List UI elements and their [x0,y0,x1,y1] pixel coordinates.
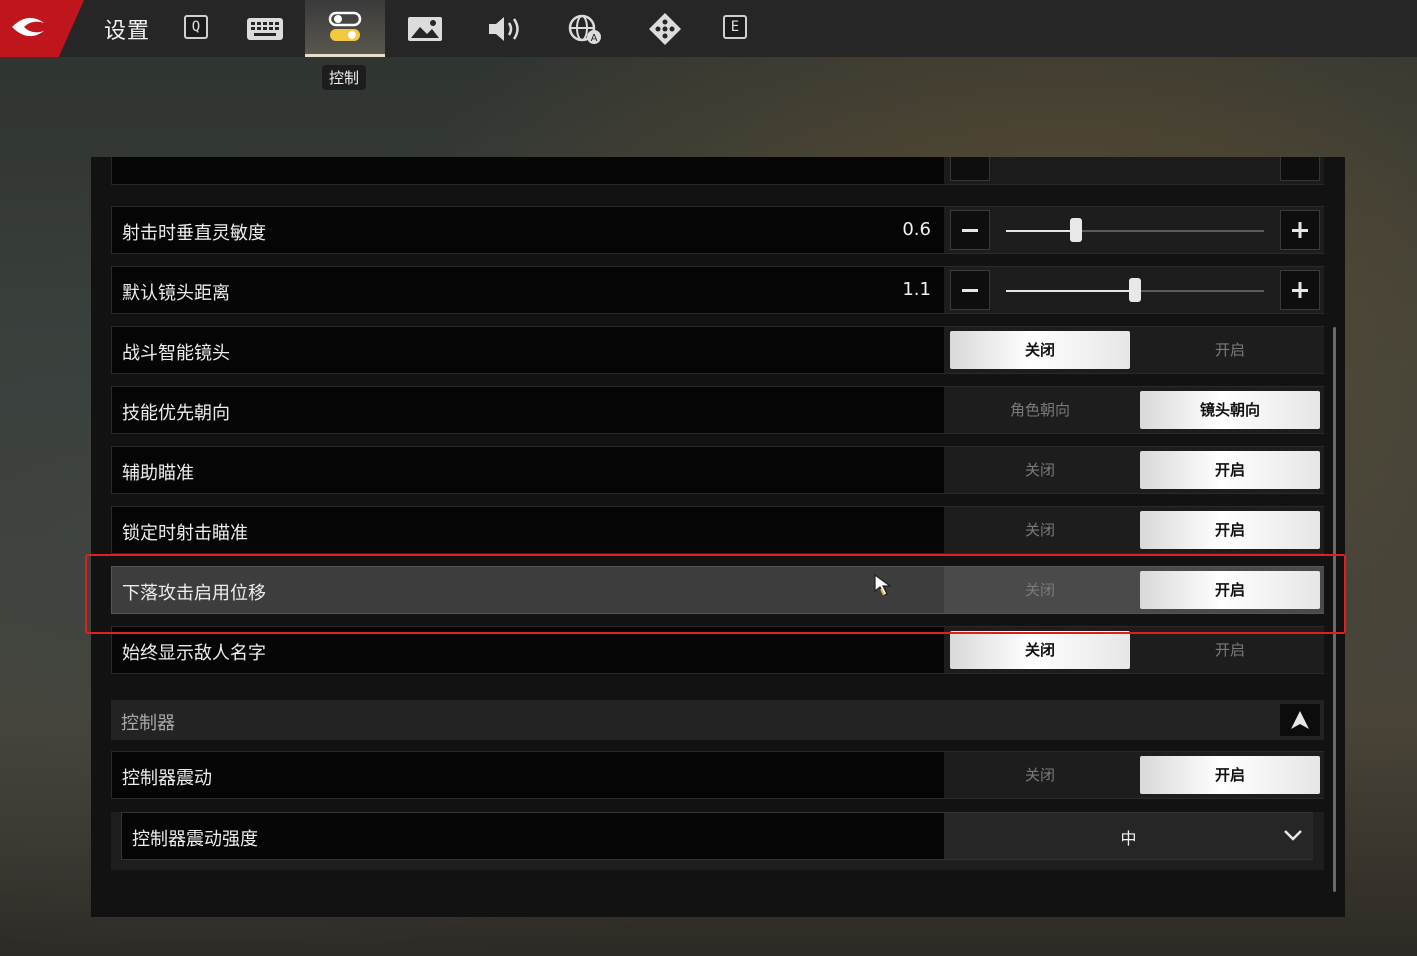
setting-label: 控制器震动 [122,768,212,789]
cursor-icon [874,573,892,596]
keyboard-icon [247,17,283,40]
top-nav-bar: 设置 Q A E [0,0,1417,57]
highlight-annotation-box [85,554,1346,634]
slider-control [944,267,1324,313]
setting-row-smart-camera: 战斗智能镜头 关闭 开启 [111,326,1324,374]
slider-control[interactable] [944,157,1324,184]
setting-row-vertical-sensitivity: 射击时垂直灵敏度 0.6 [111,206,1324,254]
setting-label: 技能优先朝向 [122,403,230,424]
chevron-down-icon [1284,830,1302,841]
option-on[interactable]: 开启 [1140,631,1320,669]
setting-label: 辅助瞄准 [122,463,194,484]
q-key-hint: Q [184,15,208,39]
option-off[interactable]: 关闭 [950,331,1130,369]
increment-button[interactable] [1280,270,1320,310]
strength-dropdown[interactable]: 中 [944,813,1313,859]
setting-label: 默认镜头距离 [122,283,230,304]
tab-keyboard[interactable] [225,0,305,57]
option-off[interactable]: 关闭 [950,511,1130,549]
image-icon [408,16,442,41]
tab-graphics[interactable] [385,0,465,57]
tab-language[interactable]: A [545,0,625,57]
option-on[interactable]: 开启 [1140,331,1320,369]
page-title: 设置 [104,19,151,44]
setting-row-skill-direction: 技能优先朝向 角色朝向 镜头朝向 [111,386,1324,434]
section-header-controller[interactable]: 控制器 [111,700,1324,740]
section-title: 控制器 [121,713,175,734]
tab-network[interactable] [625,0,705,57]
minus-icon [962,229,978,232]
slider-fill [1006,230,1076,232]
increment-button[interactable] [1280,157,1320,181]
tab-audio[interactable] [465,0,545,57]
toggle-icon [328,11,362,41]
plus-icon [1292,282,1308,298]
decrement-button[interactable] [950,270,990,310]
toggle-control: 关闭 开启 [944,447,1324,493]
chevron-up-icon [1291,711,1309,729]
slider-knob[interactable] [1129,278,1141,302]
setting-value: 1.1 [902,279,931,300]
slider-knob[interactable] [1069,218,1082,242]
setting-label: 始终显示敌人名字 [122,643,266,664]
setting-row-aim-assist: 辅助瞄准 关闭 开启 [111,446,1324,494]
settings-panel: 射击时垂直灵敏度 0.6 默认镜头距离 1.1 战斗智能镜头 关闭 开启 技能优… [91,157,1345,917]
option-character-facing[interactable]: 角色朝向 [950,391,1130,429]
option-camera-facing[interactable]: 镜头朝向 [1140,391,1320,429]
logo-icon [12,17,44,37]
mouse-cursor [873,573,893,603]
minus-icon [962,289,978,292]
increment-button[interactable] [1280,210,1320,250]
setting-label: 射击时垂直灵敏度 [122,223,266,244]
collapse-button[interactable] [1280,704,1320,736]
globe-icon: A [568,14,601,44]
decrement-button[interactable] [950,157,990,181]
option-off[interactable]: 关闭 [950,451,1130,489]
tab-tooltip: 控制 [322,65,367,90]
setting-row-lock-shoot-aim: 锁定时射击瞄准 关闭 开启 [111,506,1324,554]
speaker-icon [489,16,519,41]
slider-control [944,207,1324,253]
svg-text:A: A [591,33,598,44]
setting-row-camera-distance: 默认镜头距离 1.1 [111,266,1324,314]
network-icon [649,12,681,45]
toggle-control: 关闭 开启 [944,507,1324,553]
setting-row-controller-vibration: 控制器震动 关闭 开启 [111,751,1324,799]
decrement-button[interactable] [950,210,990,250]
setting-label: 控制器震动强度 [132,829,258,850]
option-on[interactable]: 开启 [1140,756,1320,794]
plus-icon [1292,222,1308,238]
sub-setting: 控制器震动强度 中 [121,812,1313,860]
setting-label: 战斗智能镜头 [122,343,230,364]
slider-track[interactable] [1006,278,1264,302]
setting-row-vibration-strength: 控制器震动强度 中 [111,812,1324,870]
e-key-hint: E [723,15,747,39]
toggle-control: 关闭 开启 [944,752,1324,798]
dropdown-value: 中 [1120,829,1137,848]
setting-label: 锁定时射击瞄准 [122,523,248,544]
option-off[interactable]: 关闭 [950,631,1130,669]
setting-row-clipped [111,157,1324,185]
option-on[interactable]: 开启 [1140,451,1320,489]
slider-track[interactable] [1006,218,1264,242]
option-on[interactable]: 开启 [1140,511,1320,549]
setting-value: 0.6 [902,219,931,240]
toggle-control: 角色朝向 镜头朝向 [944,387,1324,433]
tab-control[interactable] [305,0,385,57]
game-logo[interactable] [0,0,84,57]
slider-fill [1006,290,1135,292]
option-off[interactable]: 关闭 [950,756,1130,794]
toggle-control: 关闭 开启 [944,327,1324,373]
